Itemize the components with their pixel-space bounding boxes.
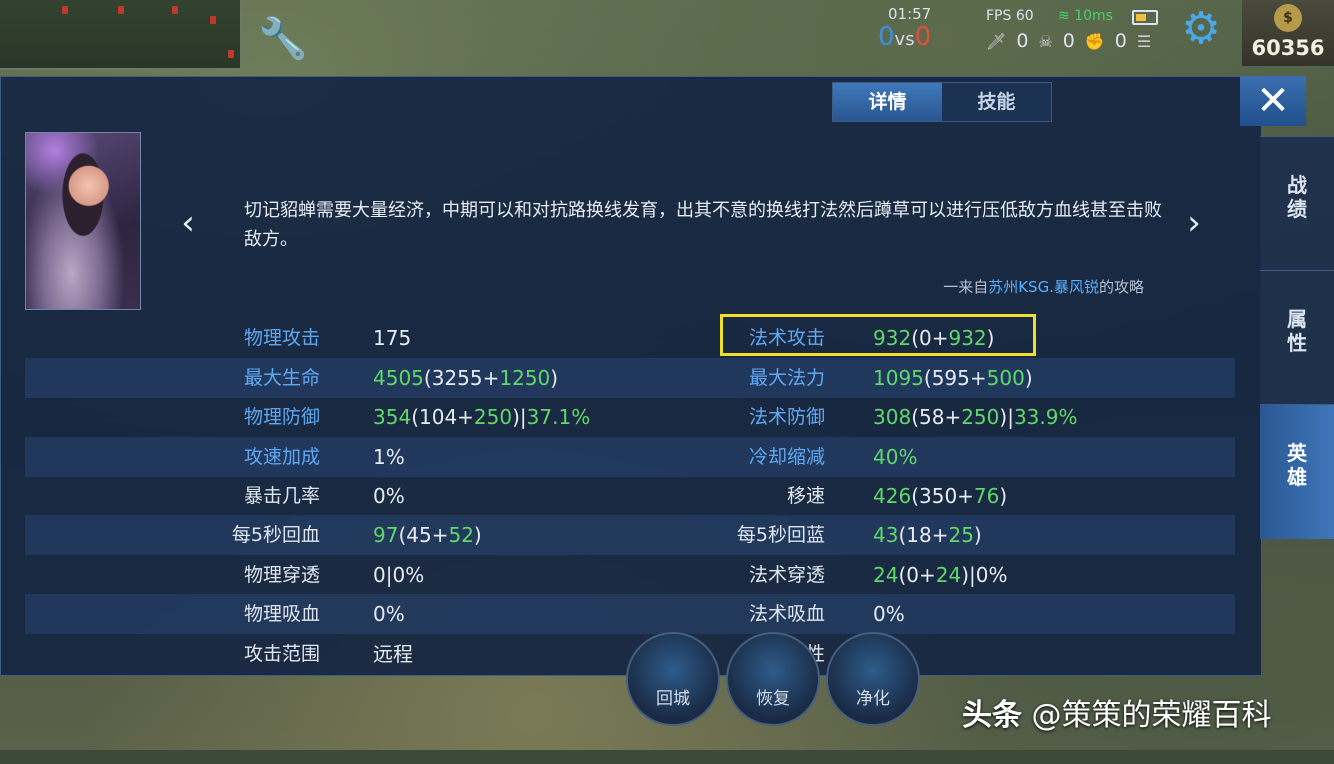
chevron-right-icon[interactable]: › [1182,205,1206,241]
chevron-left-icon[interactable]: ‹ [176,205,200,241]
fps-readout: FPS 60 [986,8,1034,24]
source-author[interactable]: 苏州KSG.暴风锐 [988,278,1099,296]
ping-readout: ≋ 10ms [1058,8,1113,24]
stat-row: 每5秒回血 97(45+52) 每5秒回蓝 43(18+25) [25,515,1235,555]
game-timer: 01:57 [888,5,932,23]
stat-value: 43(18+25) [873,523,982,547]
stat-label: 物理穿透 [243,564,320,586]
stat-value: 308(58+250)|33.9% [873,405,1078,429]
highlight-box [720,314,1036,356]
side-tab-label: 属性 [1287,307,1307,355]
side-tab-attributes[interactable]: 属性 [1260,270,1334,405]
stat-label: 法术防御 [748,406,825,428]
skull-icon: ☠ [1038,31,1053,51]
source-prefix: 一来自 [943,278,989,296]
ping-value: 10ms [1074,8,1113,24]
stat-value: 24(0+24)|0% [873,563,1008,587]
money-bag-icon: $ [1274,4,1302,32]
stat-value: 0|0% [373,563,425,587]
stat-label: 物理防御 [243,406,320,428]
stat-value: 426(350+76) [873,484,1008,508]
tower-marker [210,16,216,24]
stat-label: 法术吸血 [748,603,825,625]
stat-value: 40% [873,445,918,469]
deaths-count: 0 [1062,30,1075,52]
strategy-tip: 切记貂蝉需要大量经济，中期可以和对抗路换线发育，出其不意的换线打法然后蹲草可以进… [244,200,1162,250]
stat-value: 远程 [373,642,413,666]
close-button[interactable]: ✕ [1240,76,1306,126]
stat-label: 每5秒回蓝 [736,524,825,546]
gold-display[interactable]: $ 60356 [1242,0,1334,66]
stat-label: 攻速加成 [243,446,320,468]
tower-marker [118,6,124,14]
side-tab-record[interactable]: 战绩 [1260,136,1334,271]
stat-row: 暴击几率 0% 移速 426(350+76) [25,476,1235,516]
tab-skills[interactable]: 技能 [942,83,1051,121]
detail-tabs: 详情 技能 [832,82,1052,122]
minimap[interactable] [0,0,242,70]
kda-readout: 🗡 0 ☠ 0 ✊ 0 ☰ [986,30,1151,52]
tower-marker [172,6,178,14]
side-tab-hero[interactable]: 英雄 [1260,404,1334,539]
tower-marker [62,6,68,14]
stat-value: 0% [373,602,405,626]
recall-button[interactable]: 回城 [626,632,720,726]
source-suffix: 的攻略 [1098,278,1144,296]
gold-amount: 60356 [1251,36,1325,60]
stat-value: 0% [873,602,905,626]
side-tab-label: 英雄 [1287,441,1307,489]
stat-row: 物理防御 354(104+250)|37.1% 法术防御 308(58+250)… [25,397,1235,437]
heal-button[interactable]: 恢复 [726,632,820,726]
assists-count: 0 [1114,30,1127,52]
stat-label: 攻击范围 [243,643,320,665]
stat-label: 法术穿透 [748,564,825,586]
stat-value: 1095(595+500) [873,366,1033,390]
kills-count: 0 [1016,30,1029,52]
stat-label: 每5秒回血 [231,524,320,546]
tip-source: 一来自苏州KSG.暴风锐的攻略 [880,276,1144,297]
team-score: 0vs0 [878,22,931,52]
stat-row: 物理吸血 0% 法术吸血 0% [25,594,1235,634]
stat-value: 0% [373,484,405,508]
watermark-handle: @策策的荣耀百科 [1031,698,1272,733]
hero-portrait [25,132,141,310]
stat-value: 1% [373,445,405,469]
watermark-brand: 头条 [962,698,1022,733]
battery-icon [1132,10,1158,25]
blue-score: 0 [878,22,895,52]
watermark: 头条 @策策的荣耀百科 [962,690,1272,734]
red-score: 0 [914,22,932,52]
stat-label: 最大生命 [243,367,320,389]
stat-label: 最大法力 [748,367,825,389]
stat-row: 最大生命 4505(3255+1250) 最大法力 1095(595+500) [25,358,1235,398]
stat-value: 97(45+52) [373,523,482,547]
stat-label: 暴击几率 [243,485,320,507]
wrench-icon[interactable]: 🔧 [258,14,308,64]
stat-value: 354(104+250)|37.1% [373,405,591,429]
stat-label: 物理攻击 [243,327,320,349]
stat-row: 物理穿透 0|0% 法术穿透 24(0+24)|0% [25,555,1235,595]
stat-label: 物理吸血 [243,603,320,625]
fist-icon: ✊ [1084,31,1105,51]
tower-marker [228,50,234,58]
vs-label: vs [894,29,915,50]
stat-label: 冷却缩减 [748,446,825,468]
stat-value: 4505(3255+1250) [373,366,559,390]
wifi-icon: ≋ [1058,8,1075,24]
purify-button[interactable]: 净化 [826,632,920,726]
stat-row: 物理攻击 175 法术攻击 932(0+932) [25,318,1235,358]
list-icon[interactable]: ☰ [1137,32,1151,51]
stat-row: 攻速加成 1% 冷却缩减 40% [25,437,1235,477]
side-tab-label: 战绩 [1287,173,1307,221]
stat-label: 移速 [786,485,825,507]
stat-value: 175 [373,326,412,350]
close-icon: ✕ [1256,78,1290,124]
tab-details[interactable]: 详情 [833,83,942,121]
sword-icon: 🗡 [986,31,1007,51]
gear-icon[interactable]: ⚙ [1178,6,1224,52]
